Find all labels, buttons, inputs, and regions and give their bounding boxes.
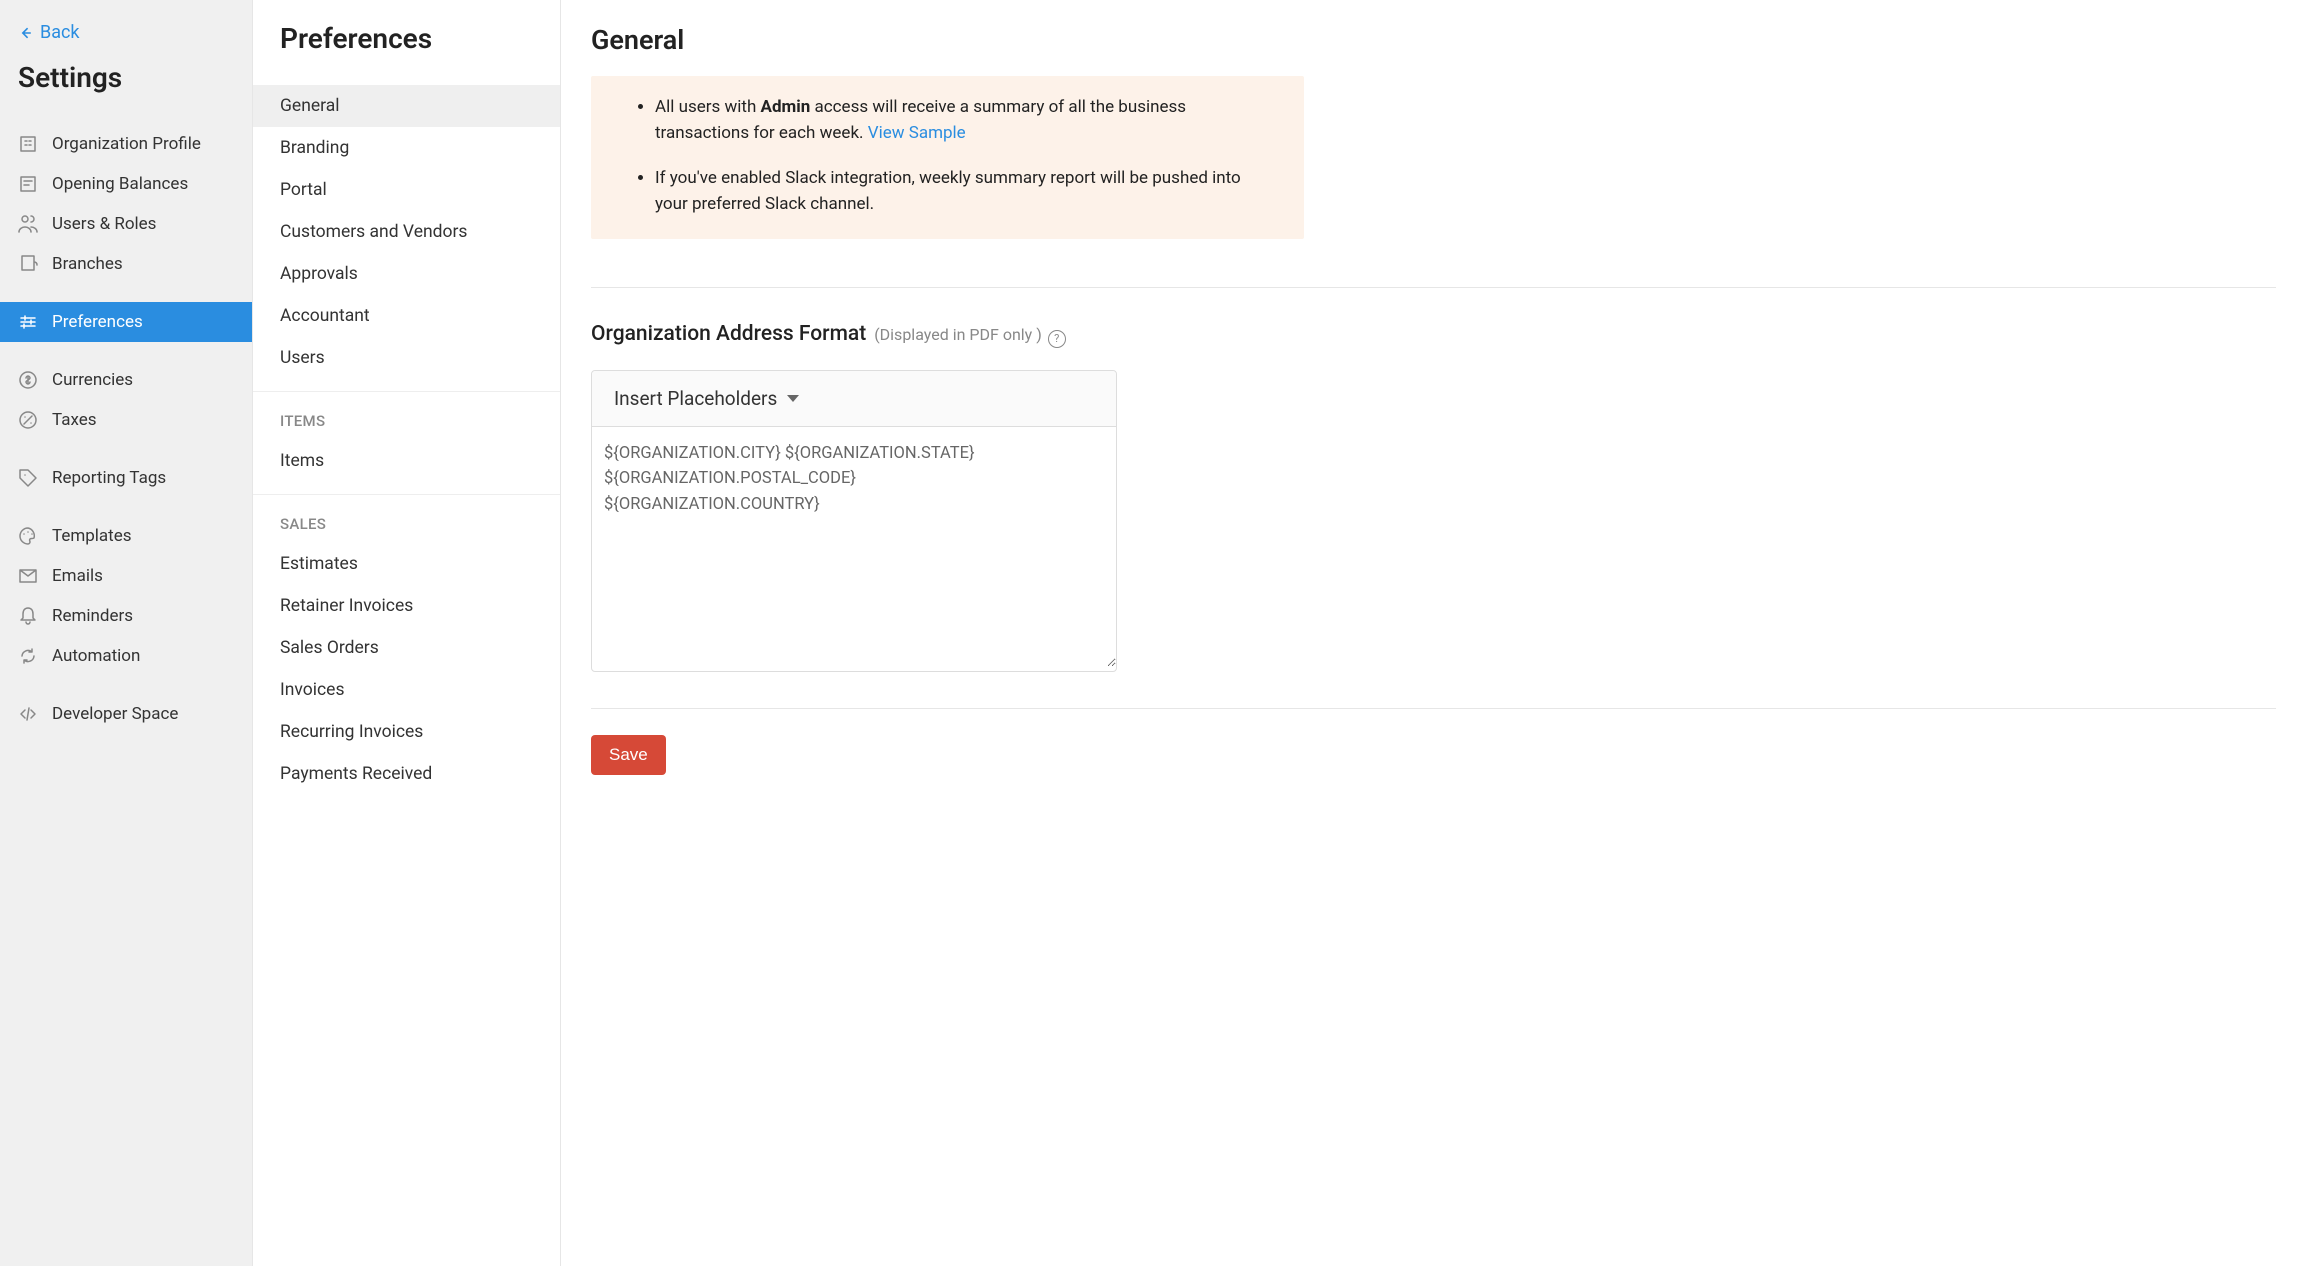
prefs-item-customers-and-vendors[interactable]: Customers and Vendors (253, 211, 560, 253)
mail-icon (18, 566, 38, 586)
sidebar-item-label: Developer Space (52, 704, 178, 724)
prefs-item-retainer-invoices[interactable]: Retainer Invoices (253, 585, 560, 627)
sidebar-item-users-roles[interactable]: Users & Roles (0, 204, 252, 244)
address-format-block: Insert Placeholders (591, 370, 1117, 672)
sidebar-item-label: Emails (52, 566, 103, 586)
section-divider (591, 287, 2276, 288)
sidebar-item-label: Templates (52, 526, 132, 546)
prefs-item-estimates[interactable]: Estimates (253, 543, 560, 585)
sidebar-item-label: Users & Roles (52, 214, 156, 234)
bell-icon (18, 606, 38, 626)
prefs-item-approvals[interactable]: Approvals (253, 253, 560, 295)
prefs-item-invoices[interactable]: Invoices (253, 669, 560, 711)
help-icon[interactable]: ? (1048, 330, 1066, 348)
sidebar-item-automation[interactable]: Automation (0, 636, 252, 676)
prefs-section-sales: SALES (253, 494, 560, 543)
map-pin-icon (18, 254, 38, 274)
sliders-icon (18, 312, 38, 332)
insert-placeholders-dropdown[interactable]: Insert Placeholders (592, 371, 1116, 427)
page-title: General (591, 24, 2276, 56)
prefs-item-portal[interactable]: Portal (253, 169, 560, 211)
refresh-icon (18, 646, 38, 666)
sidebar-item-label: Preferences (52, 312, 143, 332)
view-sample-link[interactable]: View Sample (868, 123, 966, 143)
arrow-left-icon (18, 25, 34, 41)
settings-title: Settings (0, 61, 252, 94)
palette-icon (18, 526, 38, 546)
content-area: General All users with Admin access will… (561, 0, 2306, 1266)
dropdown-label: Insert Placeholders (614, 387, 777, 410)
info-callout: All users with Admin access will receive… (591, 76, 1304, 239)
back-label: Back (40, 22, 80, 43)
sidebar-item-label: Taxes (52, 410, 97, 430)
prefs-item-accountant[interactable]: Accountant (253, 295, 560, 337)
tag-icon (18, 468, 38, 488)
back-link[interactable]: Back (0, 22, 252, 43)
address-format-heading: Organization Address Format (591, 322, 866, 346)
callout-bullet-1: All users with Admin access will receive… (655, 94, 1274, 147)
sidebar-item-reminders[interactable]: Reminders (0, 596, 252, 636)
sidebar-item-emails[interactable]: Emails (0, 556, 252, 596)
sidebar-item-label: Automation (52, 646, 140, 666)
sidebar-item-preferences[interactable]: Preferences (0, 302, 252, 342)
prefs-item-users[interactable]: Users (253, 337, 560, 379)
preferences-sidebar: Preferences GeneralBrandingPortalCustome… (253, 0, 561, 1266)
sidebar-item-label: Currencies (52, 370, 133, 390)
sidebar-item-opening-balances[interactable]: Opening Balances (0, 164, 252, 204)
prefs-section-items: ITEMS (253, 391, 560, 440)
sidebar-item-org-profile[interactable]: Organization Profile (0, 124, 252, 164)
dollar-icon (18, 370, 38, 390)
sidebar-item-developer-space[interactable]: Developer Space (0, 694, 252, 734)
percent-icon (18, 410, 38, 430)
users-icon (18, 214, 38, 234)
prefs-item-general[interactable]: General (253, 85, 560, 127)
prefs-item-branding[interactable]: Branding (253, 127, 560, 169)
code-icon (18, 704, 38, 724)
settings-sidebar: Back Settings Organization Profile Openin… (0, 0, 253, 1266)
callout-bullet-2: If you've enabled Slack integration, wee… (655, 165, 1274, 218)
sidebar-item-label: Branches (52, 254, 123, 274)
sidebar-item-currencies[interactable]: Currencies (0, 360, 252, 400)
prefs-item-payments-received[interactable]: Payments Received (253, 753, 560, 795)
address-format-subheading: (Displayed in PDF only ) (874, 325, 1042, 344)
building-icon (18, 134, 38, 154)
preferences-title: Preferences (253, 22, 560, 55)
sidebar-item-label: Reminders (52, 606, 133, 626)
caret-down-icon (787, 395, 799, 402)
sidebar-item-taxes[interactable]: Taxes (0, 400, 252, 440)
sidebar-item-label: Reporting Tags (52, 468, 166, 488)
sidebar-item-templates[interactable]: Templates (0, 516, 252, 556)
prefs-item-recurring-invoices[interactable]: Recurring Invoices (253, 711, 560, 753)
sidebar-item-label: Organization Profile (52, 134, 201, 154)
prefs-item-sales-orders[interactable]: Sales Orders (253, 627, 560, 669)
save-button[interactable]: Save (591, 735, 666, 775)
prefs-item-items[interactable]: Items (253, 440, 560, 482)
sidebar-item-branches[interactable]: Branches (0, 244, 252, 284)
sidebar-item-label: Opening Balances (52, 174, 188, 194)
address-format-textarea[interactable] (592, 427, 1116, 667)
sidebar-item-reporting-tags[interactable]: Reporting Tags (0, 458, 252, 498)
balance-icon (18, 174, 38, 194)
